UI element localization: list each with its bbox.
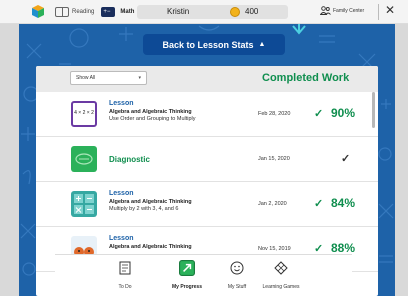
coin-count: 400 <box>245 7 259 16</box>
row-type: Diagnostic <box>109 155 150 164</box>
math-icon[interactable] <box>101 7 116 17</box>
family-center-label: Family Center <box>333 7 365 14</box>
close-icon[interactable]: ✕ <box>385 3 395 17</box>
nav-label: Learning Games <box>262 284 300 290</box>
row-subject: Algebra and Algebraic Thinking <box>109 109 192 115</box>
row-type: Lesson <box>109 235 134 242</box>
top-bar: Reading Math Kristin 400 Family Center ✕ <box>0 0 408 24</box>
row-description: Use Order and Grouping to Multiply <box>109 116 196 122</box>
row-description: Multiply by 2 with 3, 4, and 6 <box>109 206 179 212</box>
family-center-button[interactable]: Family Center <box>320 6 364 15</box>
math-tab[interactable]: Math <box>120 9 134 15</box>
caret-up-icon: ▲ <box>258 41 266 48</box>
user-name: Kristin <box>167 7 190 16</box>
down-arrow-icon <box>292 24 306 35</box>
nav-item-to-do[interactable]: To Do <box>95 259 155 293</box>
nav-label: To Do <box>118 284 132 290</box>
filter-value: Show All <box>76 75 96 81</box>
reading-tab[interactable]: Reading <box>72 9 94 15</box>
scrollbar[interactable] <box>372 92 375 128</box>
user-pill: Kristin 400 <box>137 5 288 19</box>
work-row[interactable]: Lesson Algebra and Algebraic Thinking Mu… <box>36 183 378 227</box>
people-icon <box>320 6 331 15</box>
row-score: 88% <box>331 241 356 255</box>
bottom-nav: To Do My Progress My Stuff Learning Game… <box>55 254 352 296</box>
lesson-thumbnail: 4 × 2 × 2 <box>71 101 97 127</box>
smiley-icon <box>230 261 244 275</box>
filter-select[interactable]: Show All ▾ <box>70 71 147 85</box>
book-icon[interactable] <box>55 7 69 17</box>
progress-icon <box>179 260 195 276</box>
coin-icon <box>230 7 240 17</box>
row-date: Nov 15, 2019 <box>258 246 291 252</box>
work-row[interactable]: Diagnostic Jan 15, 2020 ✓ <box>36 138 378 182</box>
check-icon: ✓ <box>314 108 324 120</box>
card-header: Show All ▾ Completed Work <box>36 66 378 92</box>
row-date: Jan 15, 2020 <box>258 156 290 162</box>
row-type: Lesson <box>109 100 134 107</box>
diagnostic-icon <box>75 153 93 165</box>
subject-toggle: Reading Math <box>55 5 134 19</box>
row-date: Feb 28, 2020 <box>258 111 291 117</box>
row-score: 90% <box>331 106 356 120</box>
work-row[interactable]: 4 × 2 × 2 Lesson Algebra and Algebraic T… <box>36 93 378 137</box>
nav-item-learning-games[interactable]: Learning Games <box>251 259 311 293</box>
logo-icon <box>32 5 44 18</box>
row-type: Lesson <box>109 190 134 197</box>
divider <box>378 4 379 20</box>
row-subject: Algebra and Algebraic Thinking <box>109 199 192 205</box>
check-icon: ✓ <box>314 198 324 210</box>
row-subject: Algebra and Algebraic Thinking <box>109 244 192 250</box>
games-icon <box>274 261 288 275</box>
lesson-thumbnail <box>71 191 97 217</box>
row-date: Jan 2, 2020 <box>258 201 287 207</box>
operations-icon <box>74 194 94 214</box>
back-button-label: Back to Lesson Stats <box>162 39 254 50</box>
completed-work-heading: Completed Work <box>262 72 350 84</box>
chevron-down-icon: ▾ <box>138 75 141 81</box>
thumbnail-text: 4 × 2 × 2 <box>74 110 94 116</box>
diagnostic-thumbnail <box>71 146 97 172</box>
back-to-lesson-stats-button[interactable]: Back to Lesson Stats ▲ <box>143 34 285 55</box>
check-icon: ✓ <box>341 153 351 165</box>
todo-icon <box>119 261 131 275</box>
row-score: 84% <box>331 196 356 210</box>
